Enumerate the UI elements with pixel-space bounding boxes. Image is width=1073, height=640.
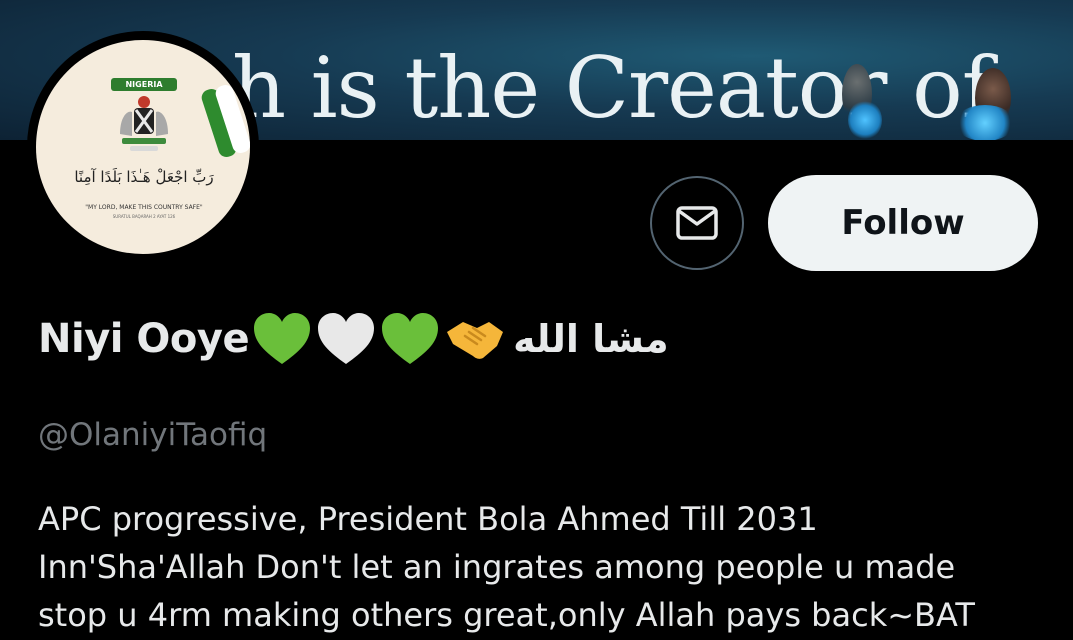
user-handle: @OlaniyiTaofiq — [38, 417, 268, 453]
green-heart-icon — [382, 313, 439, 364]
handshake-icon — [447, 322, 504, 359]
white-heart-icon — [318, 313, 375, 364]
message-button[interactable] — [650, 176, 744, 270]
envelope-icon — [676, 206, 718, 240]
display-name-arabic: مشا الله — [513, 317, 669, 361]
bio-line: APC progressive, President Bola Ahmed Ti… — [38, 500, 818, 538]
display-name: Niyi Ooye — [38, 316, 250, 362]
profile-avatar[interactable]: NIGERIA رَبِّ اجْعَلْ هَـٰذَا بَلَدًا آم… — [27, 31, 259, 263]
green-heart-icon — [254, 313, 311, 364]
bio-line: Inn'Sha'Allah Don't let an ingrates amon… — [38, 548, 956, 586]
nigeria-badge: NIGERIA — [111, 78, 177, 91]
avatar-caption: "MY LORD, MAKE THIS COUNTRY SAFE" — [85, 204, 203, 211]
avatar-subcaption: SURATUL BAQARAH 2 AYAT 126 — [112, 214, 176, 219]
profile-bio: APC progressive, President Bola Ahmed Ti… — [38, 495, 1048, 639]
bio-line: stop u 4rm making others great,only Alla… — [38, 596, 975, 634]
banner-glow-left — [848, 100, 882, 140]
profile-page: h is the Creator of NIGERIA رَبِّ اجْعَل… — [0, 0, 1073, 640]
display-name-row: Niyi Ooye مشا الله — [38, 307, 669, 371]
coat-of-arms-icon — [120, 96, 168, 151]
follow-button[interactable]: Follow — [768, 175, 1038, 271]
avatar-image: NIGERIA رَبِّ اجْعَلْ هَـٰذَا بَلَدًا آم… — [36, 40, 250, 254]
avatar-arabic-text: رَبِّ اجْعَلْ هَـٰذَا بَلَدًا آمِنًا — [74, 168, 214, 186]
banner-glow-right — [955, 105, 1015, 140]
